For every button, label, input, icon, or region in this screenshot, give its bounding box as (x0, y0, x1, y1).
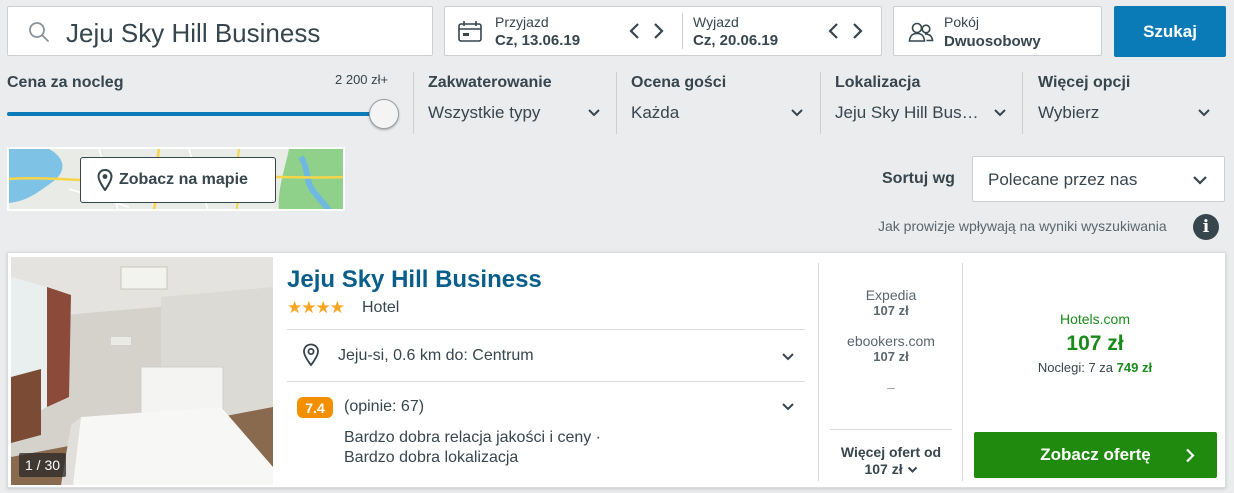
chevron-down-icon[interactable] (790, 108, 804, 118)
chevron-left-icon[interactable] (827, 20, 841, 42)
photo-counter: 1 / 30 (19, 453, 67, 477)
hotel-location[interactable]: Jeju-si, 0.6 km do: Centrum (338, 347, 534, 365)
checkin-label: Przyjazd (495, 14, 549, 30)
checkout-label: Wyjazd (693, 14, 739, 30)
filter-divider (1022, 72, 1023, 134)
chevron-down-icon[interactable] (993, 108, 1007, 118)
star-icon: ★ (287, 298, 302, 317)
partner-offer[interactable]: Expedia 107 zł (819, 287, 963, 318)
star-icon: ★ (315, 298, 331, 317)
date-picker[interactable]: Przyjazd Cz, 13.06.19 Wyjazd Cz, 20.06.1… (444, 6, 882, 56)
partner-name: Expedia (865, 287, 917, 303)
more-offers-label: Więcej ofert od (840, 444, 942, 460)
divider (287, 381, 805, 382)
partner-price: 107 zł (873, 303, 909, 318)
chevron-down-icon (907, 466, 917, 473)
calendar-icon (458, 21, 482, 42)
accommodation-label: Zakwaterowanie (428, 74, 552, 91)
info-icon[interactable]: i (1193, 214, 1219, 240)
map-pin-icon (97, 169, 113, 191)
search-box[interactable]: Jeju Sky Hill Business (7, 6, 433, 56)
filter-divider (616, 72, 617, 134)
checkout-field[interactable]: Wyjazd Cz, 20.06.19 (683, 7, 883, 55)
filter-divider (413, 72, 414, 134)
checkout-value: Cz, 20.06.19 (693, 32, 779, 49)
commission-info-link[interactable]: Jak prowizje wpływają na wyniki wyszukiw… (878, 218, 1167, 234)
rating-filter-value[interactable]: Każda (631, 103, 679, 123)
location-filter-label: Lokalizacja (835, 74, 921, 91)
rating-description: Bardzo dobra relacja jakości i ceny · (344, 429, 602, 446)
view-deal-label: Zobacz ofertę (1040, 445, 1151, 464)
nights-label: Noclegi: 7 za (1037, 360, 1114, 375)
hotel-name-link[interactable]: Jeju Sky Hill Business (287, 266, 542, 294)
rating-description: Bardzo dobra lokalizacja (344, 449, 519, 466)
chevron-down-icon[interactable] (1197, 108, 1211, 118)
chevron-right-icon[interactable] (850, 20, 864, 42)
divider (287, 329, 805, 330)
view-on-map-button[interactable]: Zobacz na mapie (80, 157, 276, 203)
hotel-result-card: 1 / 30 Jeju Sky Hill Business ★ ★ ★ ★ Ho… (7, 252, 1226, 488)
more-options-value[interactable]: Wybierz (1038, 103, 1099, 123)
location-pin-icon (303, 343, 319, 367)
more-offers-price-row: 107 zł (819, 461, 963, 478)
sort-dropdown[interactable]: Polecane przez nas (972, 156, 1225, 202)
accommodation-value[interactable]: Wszystkie typy (428, 103, 540, 123)
best-deal-provider[interactable]: Hotels.com (963, 311, 1227, 327)
chevron-right-icon[interactable] (651, 20, 665, 42)
price-slider-track[interactable] (7, 112, 385, 116)
hotel-room-image (11, 257, 273, 485)
divider (830, 429, 952, 430)
nights-total-price: 749 zł (1116, 360, 1153, 375)
chevron-down-icon[interactable] (587, 108, 601, 118)
price-filter-label: Cena za nocleg (7, 74, 124, 91)
chevron-left-icon[interactable] (628, 20, 642, 42)
more-offers-button[interactable]: Więcej ofert od 107 zł (819, 444, 963, 478)
hotel-type: Hotel (362, 299, 400, 316)
filter-divider (820, 72, 821, 134)
rooms-label: Pokój (944, 14, 980, 30)
star-icon: ★ (301, 298, 316, 317)
review-count[interactable]: (opinie: 67) (344, 398, 424, 416)
partner-name: ebookers.com (847, 333, 935, 349)
search-input[interactable]: Jeju Sky Hill Business (66, 18, 320, 49)
nights-total: Noclegi: 7 za 749 zł (963, 360, 1227, 375)
best-deal-price[interactable]: 107 zł (963, 332, 1227, 356)
rating-badge: 7.4 (297, 397, 333, 418)
checkin-value: Cz, 13.06.19 (495, 32, 581, 49)
search-icon (29, 22, 49, 42)
search-button[interactable]: Szukaj (1114, 6, 1226, 57)
map-preview[interactable]: Zobacz na mapie (7, 147, 345, 211)
more-options-label: Więcej opcji (1038, 74, 1131, 91)
view-deal-button[interactable]: Zobacz ofertę (974, 432, 1217, 478)
rooms-value: Dwuosobowy (944, 33, 1041, 50)
chevron-down-icon[interactable] (781, 402, 795, 411)
partner-offer[interactable]: ebookers.com 107 zł (819, 333, 963, 364)
price-slider-handle[interactable] (369, 99, 399, 129)
checkin-field[interactable]: Przyjazd Cz, 13.06.19 (445, 7, 682, 55)
price-max-label: 2 200 zł+ (335, 72, 389, 87)
sort-value: Polecane przez nas (988, 170, 1138, 189)
more-offers-price: 107 zł (864, 461, 903, 477)
chevron-right-icon (1186, 448, 1195, 463)
hotel-star-rating: ★ ★ ★ ★ (287, 298, 345, 318)
partner-price: 107 zł (873, 349, 909, 364)
chevron-down-icon[interactable] (781, 352, 795, 361)
partner-placeholder: – (887, 379, 895, 395)
rooms-selector[interactable]: Pokój Dwuosobowy (893, 6, 1102, 56)
rating-filter-label: Ocena gości (631, 74, 727, 91)
view-on-map-label: Zobacz na mapie (119, 171, 248, 188)
guests-icon (908, 22, 934, 42)
star-icon: ★ (329, 298, 345, 317)
filter-bar: Cena za nocleg 2 200 zł+ Zakwaterowanie … (0, 64, 1234, 140)
location-filter-value[interactable]: Jeju Sky Hill Bus… (835, 103, 979, 123)
chevron-down-icon (1193, 176, 1207, 185)
hotel-photo[interactable]: 1 / 30 (11, 257, 273, 485)
sort-label: Sortuj wg (882, 170, 955, 187)
